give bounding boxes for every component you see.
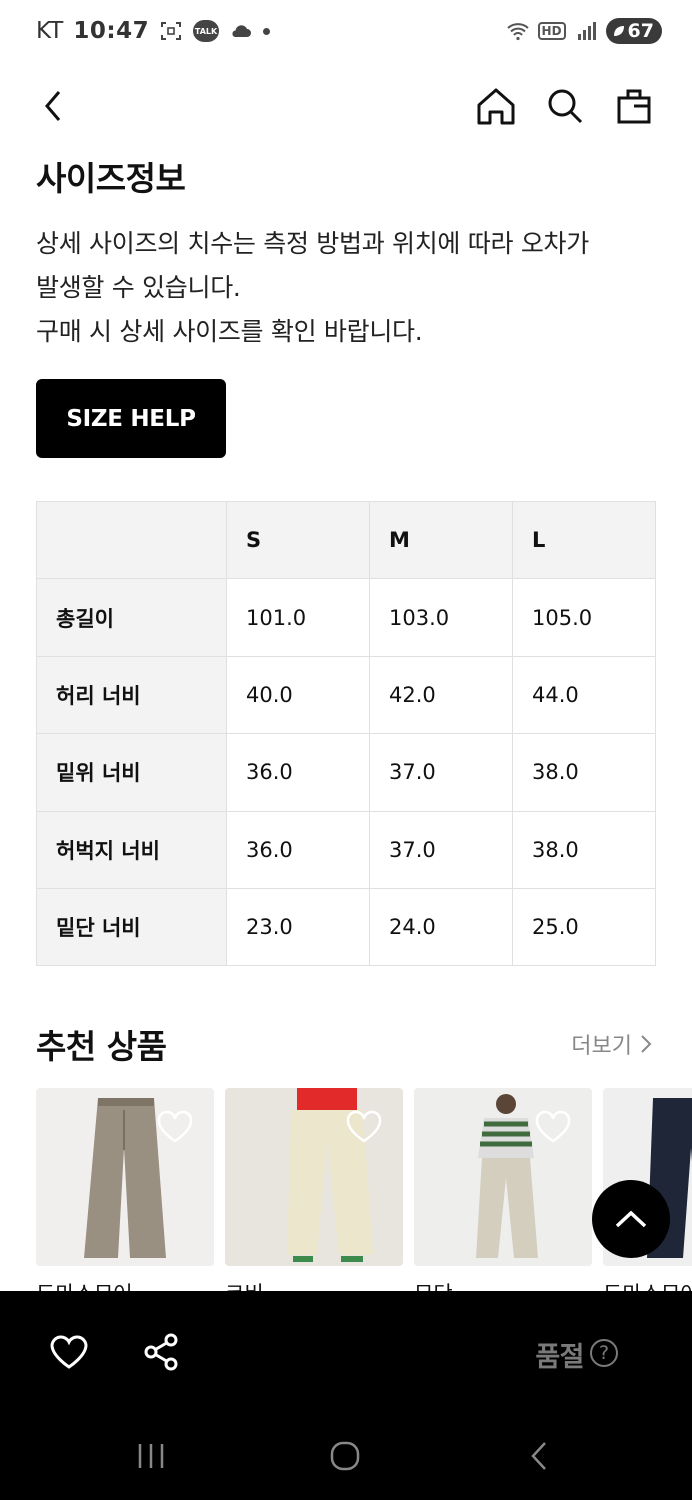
table-header-cell [36, 500, 227, 580]
home-nav-button[interactable] [320, 1431, 370, 1481]
status-bar: KT 10:47 TALK HD 67 [0, 0, 692, 66]
size-table: S M L 총길이 101.0 103.0 105.0 허리 너비 40.0 4… [36, 500, 656, 967]
row-label: 밑단 너비 [36, 887, 227, 967]
soldout-label: 품절 [535, 1342, 584, 1373]
back-button[interactable] [32, 84, 76, 128]
talk-icon: TALK [193, 20, 220, 42]
chevron-right-icon [641, 1035, 652, 1053]
home-circle-icon [330, 1441, 360, 1471]
top-nav [0, 76, 692, 136]
table-cell: 38.0 [512, 733, 656, 812]
product-card[interactable]: 모단 [414, 1088, 592, 1298]
row-label: 밑위 너비 [36, 733, 227, 812]
table-cell: 36.0 [226, 810, 370, 889]
table-cell: 38.0 [512, 810, 656, 889]
help-icon[interactable]: ? [590, 1339, 618, 1367]
table-cell: 23.0 [226, 887, 370, 967]
product-image [36, 1088, 214, 1266]
recommended-carousel[interactable]: 도마스모어 코비 모단 도마스모어 [36, 1088, 692, 1298]
table-header-cell: M [369, 500, 513, 580]
row-label: 총길이 [36, 578, 227, 657]
notice-line: 발생할 수 있습니다. [36, 273, 241, 302]
table-row: 허리 너비 40.0 42.0 44.0 [36, 655, 656, 735]
table-header-cell: L [512, 500, 656, 580]
chevron-left-icon [45, 91, 61, 121]
table-cell: 42.0 [369, 655, 513, 735]
home-button[interactable] [474, 84, 518, 128]
product-card[interactable]: 코비 [225, 1088, 403, 1298]
leaf-icon [613, 26, 624, 36]
wishlist-heart-icon[interactable] [48, 1331, 90, 1373]
screenshot-icon [161, 22, 182, 40]
back-arrow-icon [531, 1442, 546, 1470]
scroll-top-button[interactable] [592, 1180, 670, 1258]
table-row: 밑단 너비 23.0 24.0 25.0 [36, 887, 656, 967]
system-nav-bar [0, 1421, 692, 1491]
table-cell: 25.0 [512, 887, 656, 967]
status-left: KT 10:47 TALK [36, 18, 271, 44]
table-row: 밑위 너비 36.0 37.0 38.0 [36, 733, 656, 812]
share-icon[interactable] [140, 1331, 182, 1373]
heart-icon[interactable] [345, 1110, 383, 1144]
heart-icon[interactable] [156, 1110, 194, 1144]
table-cell: 101.0 [226, 578, 370, 657]
table-cell: 40.0 [226, 655, 370, 735]
table-cell: 103.0 [369, 578, 513, 657]
product-image [414, 1088, 592, 1266]
clock: 10:47 [73, 18, 150, 44]
home-icon [477, 88, 515, 125]
notice-line: 상세 사이즈의 치수는 측정 방법과 위치에 따라 오차가 [36, 229, 589, 258]
table-row: 허벅지 너비 36.0 37.0 38.0 [36, 810, 656, 889]
row-label: 허리 너비 [36, 655, 227, 735]
product-card[interactable]: 도마스모어 [36, 1088, 214, 1298]
wifi-icon [506, 23, 529, 41]
table-cell: 105.0 [512, 578, 656, 657]
recent-apps-button[interactable] [126, 1431, 176, 1481]
table-header-row: S M L [36, 500, 656, 580]
battery-indicator: 67 [605, 18, 662, 44]
more-label: 더보기 [571, 1034, 632, 1059]
table-cell: 36.0 [226, 733, 370, 812]
table-cell: 44.0 [512, 655, 656, 735]
recent-apps-icon [138, 1444, 164, 1468]
table-cell: 24.0 [369, 887, 513, 967]
cart-button[interactable] [612, 84, 656, 128]
cloud-icon [232, 25, 252, 37]
row-label: 허벅지 너비 [36, 810, 227, 889]
carrier-label: KT [36, 18, 64, 44]
chevron-up-icon [615, 1210, 647, 1228]
battery-level: 67 [627, 20, 654, 42]
size-help-button[interactable]: SIZE HELP [36, 379, 226, 458]
shopping-bag-icon [617, 89, 651, 124]
signal-icon [577, 22, 596, 40]
recommended-title: 추천 상품 [36, 1027, 167, 1066]
dot-icon [263, 27, 271, 35]
size-notice: 상세 사이즈의 치수는 측정 방법과 위치에 따라 오차가 발생할 수 있습니다… [36, 222, 656, 354]
bottom-action-bar: 품절 ? [0, 1291, 692, 1500]
notice-line: 구매 시 상세 사이즈를 확인 바랍니다. [36, 317, 423, 346]
table-header-cell: S [226, 500, 370, 580]
search-button[interactable] [543, 84, 587, 128]
table-cell: 37.0 [369, 810, 513, 889]
table-cell: 37.0 [369, 733, 513, 812]
product-image [225, 1088, 403, 1266]
size-info-title: 사이즈정보 [36, 159, 186, 198]
heart-icon[interactable] [534, 1110, 572, 1144]
more-link[interactable]: 더보기 [571, 1028, 652, 1060]
back-nav-button[interactable] [514, 1431, 564, 1481]
status-right: HD 67 [506, 18, 662, 44]
table-row: 총길이 101.0 103.0 105.0 [36, 578, 656, 657]
search-icon [548, 89, 583, 124]
hd-icon: HD [537, 22, 566, 40]
